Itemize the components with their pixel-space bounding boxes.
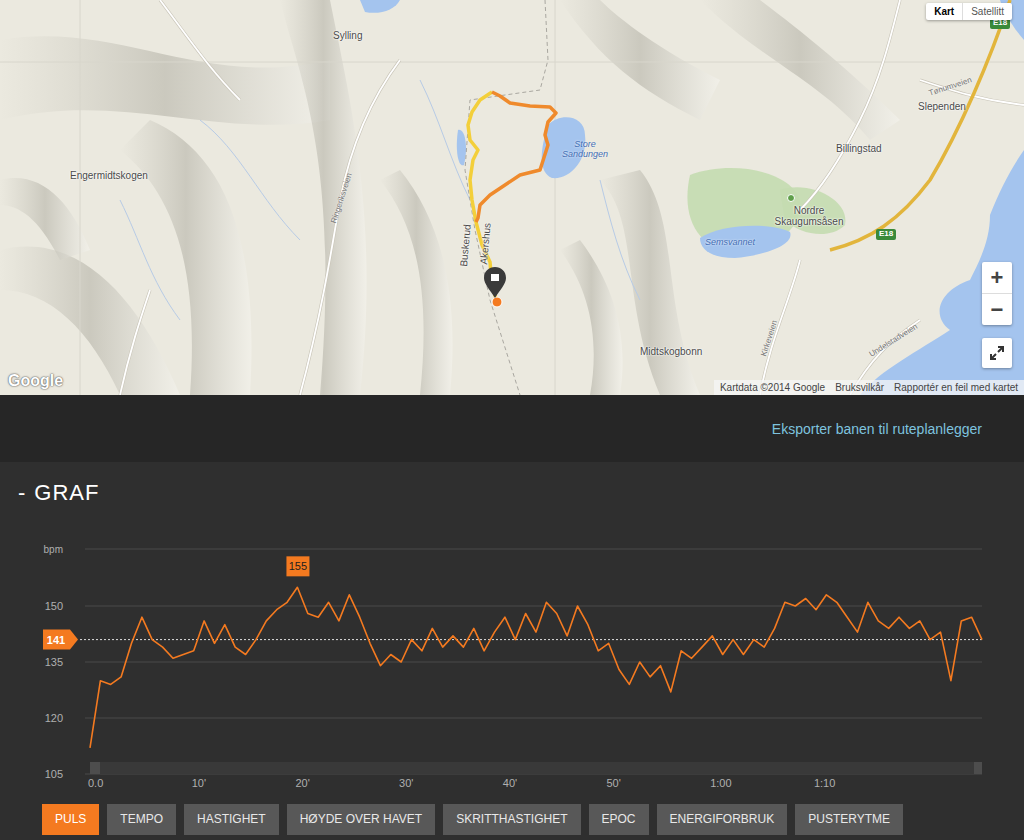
finish-pin-icon <box>484 267 506 298</box>
metric-tab[interactable]: HØYDE OVER HAVET <box>287 804 435 835</box>
range-handle[interactable] <box>90 762 100 774</box>
y-tick: 135 <box>45 656 63 668</box>
metric-tabs: PULS TEMPO HASTIGHET HØYDE OVER HAVET SKRITT… <box>0 804 1024 835</box>
map-label: Engermidtskogen <box>70 170 148 181</box>
range-handle[interactable] <box>974 762 982 774</box>
unit-label: bpm <box>44 544 63 555</box>
lake <box>700 226 790 258</box>
metric-tab[interactable]: EPOC <box>589 804 649 835</box>
park-icon <box>788 195 795 202</box>
county-border <box>465 0 548 395</box>
sea <box>860 150 1024 395</box>
average-badge: 141 <box>43 630 78 650</box>
metric-tab[interactable]: TEMPO <box>107 804 176 835</box>
y-tick: 120 <box>45 712 63 724</box>
map-label: Billingstad <box>836 143 882 154</box>
expand-icon <box>989 345 1005 361</box>
y-tick: 150 <box>45 600 63 612</box>
map-type-button[interactable]: Kart <box>926 3 962 20</box>
attribution-link[interactable]: Rapportér en feil med kartet <box>894 382 1018 393</box>
metric-tab[interactable]: PUSTERYTME <box>795 804 903 835</box>
x-tick: 1:10 <box>814 777 835 789</box>
map-canvas[interactable] <box>0 0 1024 395</box>
max-value: 155 <box>289 560 307 572</box>
gridline <box>85 662 982 663</box>
map-label: Midtskogbonn <box>640 346 702 357</box>
x-tick: 0.0 <box>88 777 103 789</box>
x-tick: 30' <box>399 777 413 789</box>
metric-tab[interactable]: PULS <box>42 804 99 835</box>
x-tick: 20' <box>295 777 309 789</box>
start-dot-icon <box>492 297 502 307</box>
route <box>476 92 556 222</box>
attribution-link[interactable]: Bruksvilkår <box>835 382 884 393</box>
collapse-toggle[interactable]: - <box>18 478 26 508</box>
gridline <box>85 606 982 607</box>
graph-title: GRAF <box>34 478 99 508</box>
x-tick: 10' <box>192 777 206 789</box>
gridline <box>85 718 982 719</box>
map-attribution: Kartdata ©2014 Google Bruksvilkår Rapporté… <box>714 380 1024 395</box>
export-bar: Eksporter banen til ruteplanlegger <box>0 395 1024 462</box>
map-label: Store Sandungen <box>556 140 614 160</box>
fullscreen-button[interactable] <box>982 338 1012 368</box>
heart-rate-line <box>90 587 982 748</box>
x-tick: 50' <box>607 777 621 789</box>
export-link[interactable]: Eksporter banen til ruteplanlegger <box>772 421 982 437</box>
map-label: Nordre Skaugumsåsen <box>764 205 854 227</box>
average-line <box>80 639 982 640</box>
metric-tab[interactable]: ENERGIFORBRUK <box>657 804 788 835</box>
graph-header[interactable]: -GRAF <box>0 462 1024 508</box>
map-type-button[interactable]: Satellitt <box>962 3 1012 20</box>
attribution-text: Kartdata ©2014 Google <box>720 382 825 393</box>
max-badge: 155 <box>286 556 309 576</box>
map-label: Akershus <box>478 222 493 264</box>
highway <box>830 0 1010 250</box>
map-label: Sylling <box>333 30 362 41</box>
map-type-toggle: KartSatellitt <box>926 3 1012 20</box>
zoom-in-button[interactable]: + <box>982 262 1012 293</box>
map-label: Kirkeveien <box>760 319 780 357</box>
metric-tab[interactable]: HASTIGHET <box>184 804 279 835</box>
x-tick: 1:00 <box>710 777 731 789</box>
lake <box>360 0 400 13</box>
google-logo[interactable]: Google <box>8 372 63 390</box>
y-tick: 105 <box>45 768 63 780</box>
map-label: Buskerud <box>458 224 473 267</box>
map-label: Slependen <box>918 101 966 112</box>
heart-rate-chart: bpm 150 135 120 105 0.0 10' 20' 30' 40' 50' 1:00 1:1… <box>0 530 1024 795</box>
lake <box>457 130 466 165</box>
map[interactable]: Sylling Engermidtskogen Store Sandungen Bus… <box>0 0 1024 395</box>
map-label: E18 <box>876 229 896 240</box>
zoom-out-button[interactable]: − <box>982 293 1012 325</box>
metric-tab[interactable]: SKRITTHASTIGHET <box>443 804 580 835</box>
average-value: 141 <box>47 634 65 646</box>
zoom-control: +− <box>982 262 1012 325</box>
map-label: Semsvannet <box>705 238 755 248</box>
graph-panel: -GRAF bpm 150 135 120 105 0.0 10' 20' 30' 40' 50' 1:… <box>0 462 1024 840</box>
gridline <box>85 549 982 550</box>
range-track <box>90 762 982 774</box>
x-tick: 40' <box>503 777 517 789</box>
